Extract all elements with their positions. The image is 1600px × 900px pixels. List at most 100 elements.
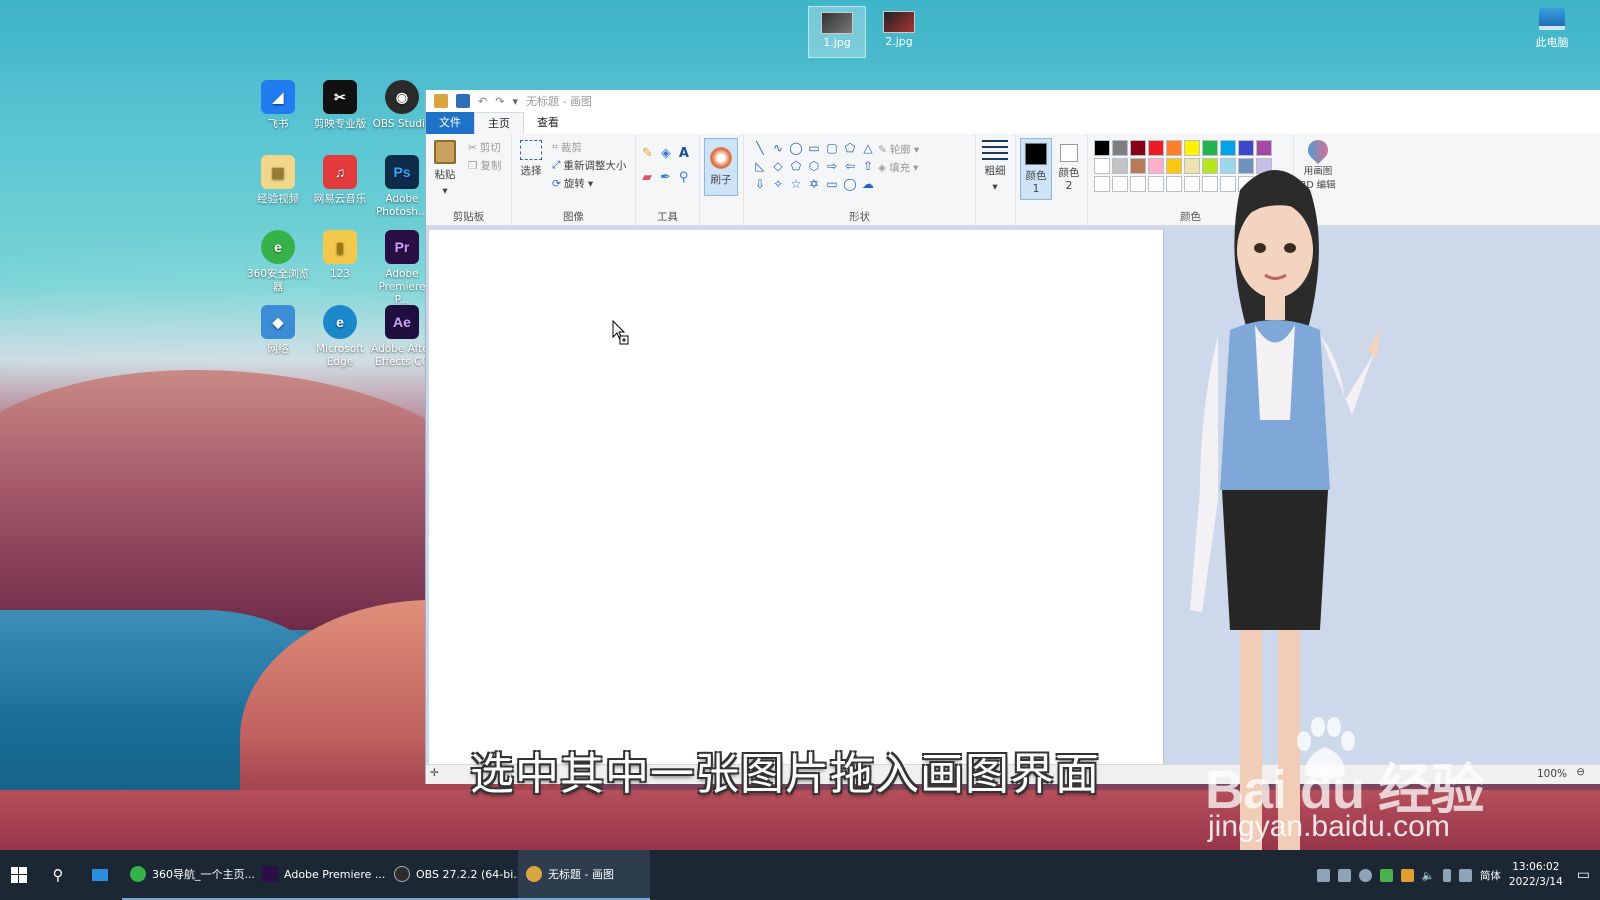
rotate-button[interactable]: ⟳ 旋转 ▾ (552, 176, 593, 191)
callout-rect-shape-icon[interactable]: ▭ (824, 176, 840, 192)
color-swatch[interactable] (1256, 140, 1272, 156)
tray-app-icon[interactable] (1379, 868, 1393, 882)
tray-app-icon[interactable] (1316, 868, 1330, 882)
left-arrow-shape-icon[interactable]: ⇦ (842, 158, 858, 174)
color-swatch[interactable] (1166, 140, 1182, 156)
magnifier-icon[interactable]: ⚲ (679, 170, 689, 185)
save-icon[interactable] (456, 94, 470, 108)
right-triangle-shape-icon[interactable]: ◺ (752, 158, 768, 174)
tray-app-icon[interactable] (1337, 868, 1351, 882)
hexagon-shape-icon[interactable]: ⬡ (806, 158, 822, 174)
rectangle-shape-icon[interactable]: ▭ (806, 140, 822, 156)
size-button[interactable]: 粗细 ▾ (982, 140, 1008, 193)
select-button[interactable]: 选择 (520, 140, 542, 178)
desktop-file-1[interactable]: 1.jpg (808, 6, 866, 58)
shortcut-jingyan-video[interactable]: ▤ 经验视频 (246, 155, 310, 206)
oval-shape-icon[interactable]: ◯ (788, 140, 804, 156)
undo-icon[interactable]: ↶ (478, 95, 487, 108)
callout-cloud-shape-icon[interactable]: ☁ (860, 176, 876, 192)
color-swatch[interactable] (1112, 140, 1128, 156)
shortcut-360-browser[interactable]: e 360安全浏览器 (246, 230, 310, 294)
rounded-rect-shape-icon[interactable]: ▢ (824, 140, 840, 156)
color-swatch[interactable] (1220, 140, 1236, 156)
line-shape-icon[interactable]: ╲ (752, 140, 768, 156)
taskbar-app-premiere[interactable]: Adobe Premiere ... (254, 850, 386, 900)
search-button[interactable]: ⚲ (38, 850, 78, 900)
crop-button[interactable]: ⌗ 裁剪 (552, 140, 582, 155)
color-swatch[interactable] (1148, 176, 1164, 192)
taskbar-app-paint[interactable]: 无标题 - 画图 (518, 850, 650, 900)
color-swatch[interactable] (1094, 176, 1110, 192)
copy-button[interactable]: ❐ 复制 (468, 158, 501, 173)
resize-button[interactable]: ⤢ 重新调整大小 (552, 158, 626, 173)
callout-oval-shape-icon[interactable]: ◯ (842, 176, 858, 192)
color-swatch[interactable] (1130, 176, 1146, 192)
this-pc-shortcut[interactable]: 此电脑 (1522, 8, 1582, 50)
shortcut-folder-123[interactable]: ▮ 123 (308, 230, 372, 281)
right-arrow-shape-icon[interactable]: ⇨ (824, 158, 840, 174)
clock[interactable]: 13:06:02 2022/3/14 (1509, 860, 1563, 890)
obs-tray-icon[interactable] (1358, 868, 1372, 882)
pentagon-shape-icon[interactable]: ⬠ (788, 158, 804, 174)
color-swatch[interactable] (1202, 140, 1218, 156)
taskbar-app-360[interactable]: 360导航_一个主页... (122, 850, 254, 900)
taskbar-app-obs[interactable]: OBS 27.2.2 (64-bi... (386, 850, 518, 900)
color-swatch[interactable] (1112, 176, 1128, 192)
cut-button[interactable]: ✂ 剪切 (468, 140, 501, 155)
shortcut-edge[interactable]: e Microsoft Edge (308, 305, 372, 369)
shortcut-feishu[interactable]: ◢ 飞书 (246, 80, 310, 131)
star5-shape-icon[interactable]: ☆ (788, 176, 804, 192)
tray-app-icon[interactable] (1400, 868, 1414, 882)
ime-indicator[interactable]: 简体 (1480, 868, 1501, 883)
color-swatch[interactable] (1094, 158, 1110, 174)
zoom-out-icon[interactable]: ⊖ (1576, 766, 1585, 778)
task-view-button[interactable] (78, 850, 122, 900)
down-arrow-shape-icon[interactable]: ⇩ (752, 176, 768, 192)
windows-icon (11, 867, 27, 883)
star4-shape-icon[interactable]: ✧ (770, 176, 786, 192)
color-swatch[interactable] (1130, 140, 1146, 156)
tab-home[interactable]: 主页 (474, 112, 524, 134)
fill-icon[interactable]: ◈ (661, 146, 671, 161)
color-picker-icon[interactable]: ✒ (660, 170, 671, 185)
text-icon[interactable]: A (679, 146, 689, 161)
tab-file[interactable]: 文件 (426, 112, 474, 134)
color-swatch[interactable] (1184, 140, 1200, 156)
fill-button[interactable]: ◈ 填充 ▾ (878, 160, 918, 175)
color-swatch[interactable] (1238, 140, 1254, 156)
color-swatch[interactable] (1148, 140, 1164, 156)
start-button[interactable] (0, 850, 38, 900)
shortcut-jianying[interactable]: ✂ 剪映专业版 (308, 80, 372, 131)
color2-button[interactable]: 颜色 2 (1054, 138, 1084, 200)
outline-button[interactable]: ✎ 轮廓 ▾ (878, 142, 919, 157)
customize-quick-access-icon[interactable]: ▾ (512, 95, 518, 108)
pencil-icon[interactable]: ✎ (642, 146, 653, 161)
diamond-shape-icon[interactable]: ◇ (770, 158, 786, 174)
redo-icon[interactable]: ↷ (495, 95, 504, 108)
volume-icon[interactable]: 🔈 (1422, 869, 1435, 882)
select-icon (520, 140, 542, 160)
color-swatch[interactable] (1148, 158, 1164, 174)
color-swatch[interactable] (1112, 158, 1128, 174)
polygon-shape-icon[interactable]: ⬠ (842, 140, 858, 156)
drawing-canvas[interactable] (429, 230, 1164, 770)
color1-button[interactable]: 颜色 1 (1020, 138, 1052, 200)
up-arrow-shape-icon[interactable]: ⇧ (860, 158, 876, 174)
image-group: 选择 ⌗ 裁剪 ⤢ 重新调整大小 ⟳ 旋转 ▾ 图像 (512, 134, 636, 226)
brush-button[interactable]: 刷子 (704, 138, 738, 196)
curve-shape-icon[interactable]: ∿ (770, 140, 786, 156)
paste-button[interactable]: 粘贴 ▾ (434, 140, 456, 197)
star6-shape-icon[interactable]: ✡ (806, 176, 822, 192)
color-swatch[interactable] (1094, 140, 1110, 156)
eraser-icon[interactable]: ▰ (642, 170, 652, 185)
triangle-shape-icon[interactable]: △ (860, 140, 876, 156)
notification-icon[interactable]: ▭ (1571, 867, 1590, 883)
color-swatch[interactable] (1130, 158, 1146, 174)
microphone-icon[interactable] (1442, 868, 1451, 882)
desktop-file-2[interactable]: 2.jpg (870, 6, 928, 58)
chevron-down-icon: ▾ (587, 177, 594, 190)
network-tray-icon[interactable] (1458, 868, 1472, 882)
shortcut-network[interactable]: ◆ 网络 (246, 305, 310, 356)
shortcut-netease-music[interactable]: ♫ 网易云音乐 (308, 155, 372, 206)
tab-view[interactable]: 查看 (524, 112, 572, 134)
